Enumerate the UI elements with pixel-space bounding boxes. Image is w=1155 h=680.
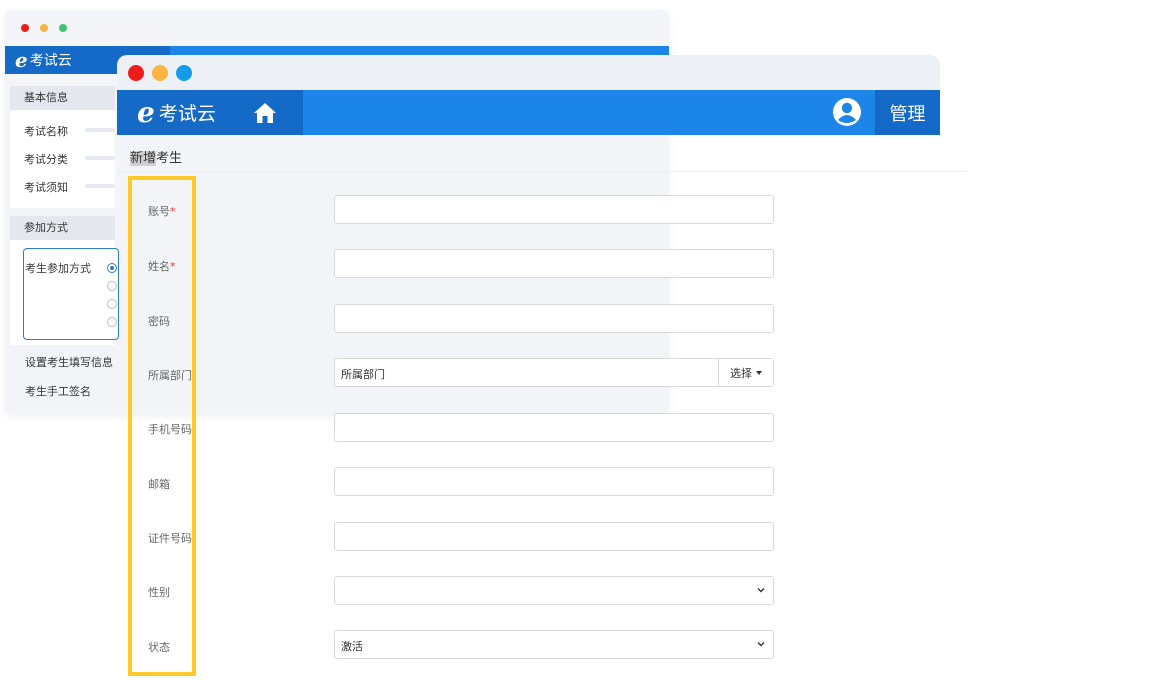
caret-down-icon — [756, 370, 762, 375]
page-title-highlight: 新增 — [130, 151, 157, 166]
home-icon — [254, 102, 276, 123]
department-select-button[interactable]: 选择 — [718, 359, 773, 386]
id-number-input[interactable] — [334, 522, 774, 551]
logo-text: 考试云 — [158, 103, 216, 125]
home-button[interactable] — [227, 90, 303, 135]
email-input[interactable] — [334, 467, 774, 496]
back-logo-text: 考试云 — [29, 53, 72, 69]
maximize-window-dot[interactable] — [176, 65, 192, 81]
required-mark: * — [170, 205, 176, 218]
account-label: 账号* — [148, 203, 176, 219]
chevron-down-icon — [757, 642, 765, 647]
back-maximize-dot — [59, 24, 67, 32]
back-participation-title: 参加方式 — [10, 216, 115, 240]
logo-e-icon: e — [137, 96, 155, 129]
back-participation-label: 考生参加方式 — [25, 262, 91, 275]
back-link-signature: 考生手工签名 — [25, 385, 91, 398]
minimize-window-dot[interactable] — [152, 65, 168, 81]
page-title-rest: 考生 — [156, 151, 183, 166]
app-header: e 考试云 管理 — [117, 90, 940, 135]
back-field-exam-name: 考试名称 — [24, 125, 68, 138]
name-input[interactable] — [334, 249, 774, 278]
back-field-line — [85, 184, 115, 188]
back-field-exam-category: 考试分类 — [24, 153, 68, 166]
app-logo[interactable]: e 考试云 — [117, 90, 227, 135]
back-minimize-dot — [40, 24, 48, 32]
chevron-down-icon — [757, 588, 765, 593]
password-label: 密码 — [148, 315, 170, 328]
back-logo-e-icon: e — [15, 48, 28, 72]
back-link-fill-info: 设置考生填写信息 — [25, 356, 113, 369]
back-radio-option — [107, 263, 117, 273]
department-select-label: 选择 — [730, 366, 752, 380]
password-input[interactable] — [334, 304, 774, 333]
front-titlebar — [117, 55, 940, 91]
department-field[interactable]: 所属部门 选择 — [334, 358, 774, 387]
status-label: 状态 — [148, 641, 170, 654]
required-mark: * — [170, 260, 176, 273]
title-divider — [117, 171, 967, 172]
status-select[interactable]: 激活 — [334, 630, 774, 659]
back-radio-option — [107, 317, 117, 327]
back-radio-option — [107, 281, 117, 291]
user-circle-icon[interactable] — [832, 97, 862, 127]
back-logo: e 考试云 — [5, 46, 100, 74]
back-radio-option — [107, 299, 117, 309]
back-basic-info-title: 基本信息 — [10, 86, 115, 110]
name-label: 姓名* — [148, 258, 176, 274]
status-select-value: 激活 — [341, 640, 363, 653]
back-field-line — [85, 128, 115, 132]
department-value: 所属部门 — [341, 368, 385, 381]
name-label-text: 姓名 — [148, 260, 170, 273]
back-titlebar — [5, 10, 669, 46]
back-close-dot — [21, 24, 29, 32]
department-label: 所属部门 — [148, 369, 192, 382]
gender-select[interactable] — [334, 576, 774, 605]
admin-button[interactable]: 管理 — [875, 90, 940, 135]
close-window-dot[interactable] — [128, 65, 144, 81]
account-input[interactable] — [334, 195, 774, 224]
page-title: 新增考生 — [130, 147, 182, 166]
id-number-label: 证件号码 — [148, 532, 192, 545]
back-field-exam-notice: 考试须知 — [24, 181, 68, 194]
email-label: 邮箱 — [148, 478, 170, 491]
phone-label: 手机号码 — [148, 423, 192, 436]
gender-label: 性别 — [148, 586, 170, 599]
account-label-text: 账号 — [148, 205, 170, 218]
back-field-line — [85, 156, 115, 160]
phone-input[interactable] — [334, 413, 774, 442]
